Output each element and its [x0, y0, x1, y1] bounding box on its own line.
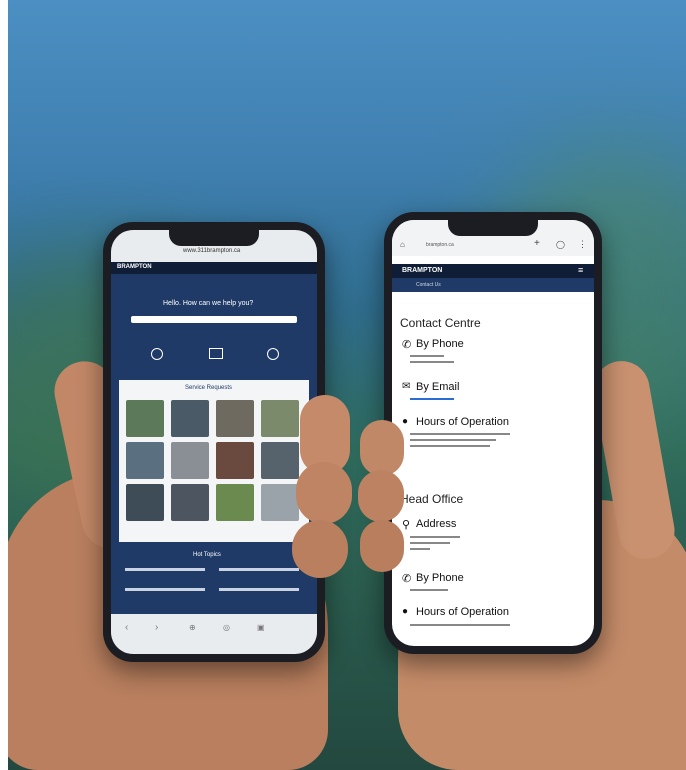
- brand-logo[interactable]: BRAMPTON: [117, 264, 152, 270]
- detail-line: [410, 542, 450, 544]
- email-icon: ✉: [402, 381, 411, 392]
- detail-line: [410, 536, 460, 538]
- service-requests-panel: Service Requests: [119, 380, 309, 542]
- by-email-heading: By Email: [416, 381, 460, 393]
- hero-title: Hello. How can we help you?: [163, 300, 254, 307]
- address-heading: Address: [416, 518, 457, 530]
- detail-line: [410, 433, 510, 435]
- site-header: BRAMPTON: [111, 262, 317, 274]
- hamburger-icon[interactable]: ≡: [578, 265, 583, 275]
- tabs-icon[interactable]: ◯: [556, 240, 565, 249]
- service-tile[interactable]: [216, 484, 254, 521]
- phone-notch: [448, 220, 538, 236]
- menu-icon[interactable]: ⋮: [578, 239, 587, 250]
- service-tile[interactable]: [261, 400, 299, 437]
- breadcrumb-label[interactable]: Contact Us: [416, 282, 441, 288]
- left-hand-finger: [296, 462, 352, 524]
- left-hand-finger: [292, 520, 348, 578]
- left-phone: www.311brampton.ca BRAMPTON Hello. How c…: [103, 222, 325, 662]
- section-title: Service Requests: [185, 385, 233, 391]
- browser-toolbar: ‹ › ⊕ ◎ ▣: [111, 614, 317, 654]
- contact-centre-heading: Contact Centre: [400, 316, 481, 330]
- share-icon[interactable]: ⊕: [189, 623, 196, 632]
- bookmarks-icon[interactable]: ◎: [223, 623, 230, 632]
- site-header: BRAMPTON ≡: [392, 264, 594, 278]
- faq-title: Hot Topics: [193, 552, 221, 558]
- service-tile[interactable]: [126, 400, 164, 437]
- faq-link[interactable]: [125, 568, 205, 571]
- by-phone-heading: By Phone: [416, 572, 464, 584]
- phone-icon: ✆: [402, 339, 412, 351]
- detail-line: [410, 624, 510, 626]
- new-tab-icon[interactable]: +: [534, 238, 540, 249]
- head-office-heading: Head Office: [400, 492, 464, 506]
- address-url: www.311brampton.ca: [183, 248, 241, 254]
- quick-link-icon[interactable]: [151, 348, 163, 360]
- address-url: brampton.ca: [426, 242, 454, 248]
- right-phone-screen: ⌂ brampton.ca + ◯ ⋮ BRAMPTON ≡ Contact U…: [392, 220, 594, 646]
- service-tile[interactable]: [171, 400, 209, 437]
- email-link[interactable]: [410, 398, 454, 400]
- tabs-icon[interactable]: ▣: [257, 623, 265, 632]
- service-tile[interactable]: [171, 484, 209, 521]
- by-phone-heading: By Phone: [416, 338, 464, 350]
- service-tile[interactable]: [261, 442, 299, 479]
- clock-icon: ●: [402, 606, 409, 617]
- left-phone-screen: www.311brampton.ca BRAMPTON Hello. How c…: [111, 230, 317, 654]
- phone-icon: ✆: [402, 573, 412, 585]
- location-pin-icon: ⚲: [402, 519, 411, 531]
- detail-line: [410, 548, 430, 550]
- clock-icon: ●: [402, 416, 409, 427]
- right-phone: ⌂ brampton.ca + ◯ ⋮ BRAMPTON ≡ Contact U…: [384, 212, 602, 654]
- detail-line: [410, 361, 454, 363]
- forward-icon[interactable]: ›: [155, 622, 158, 633]
- background-photo: www.311brampton.ca BRAMPTON Hello. How c…: [8, 0, 686, 770]
- search-input[interactable]: [131, 316, 297, 323]
- detail-line: [410, 355, 444, 357]
- faq-link[interactable]: [219, 588, 299, 591]
- right-hand-finger: [358, 470, 404, 522]
- detail-line: [410, 589, 448, 591]
- faq-link[interactable]: [219, 568, 299, 571]
- brand-logo[interactable]: BRAMPTON: [402, 267, 442, 274]
- breadcrumb-bar: Contact Us: [392, 278, 594, 292]
- service-tile[interactable]: [216, 400, 254, 437]
- right-hand-finger: [360, 520, 404, 572]
- service-tile[interactable]: [171, 442, 209, 479]
- service-tile[interactable]: [216, 442, 254, 479]
- right-hand-finger: [360, 420, 404, 476]
- hours-heading: Hours of Operation: [416, 606, 509, 618]
- service-tile[interactable]: [261, 484, 299, 521]
- service-tile[interactable]: [126, 484, 164, 521]
- detail-line: [410, 439, 496, 441]
- phone-notch: [169, 230, 259, 246]
- back-icon[interactable]: ‹: [125, 622, 128, 633]
- hours-heading: Hours of Operation: [416, 416, 509, 428]
- home-icon[interactable]: ⌂: [400, 240, 405, 249]
- quick-link-icon[interactable]: [267, 348, 279, 360]
- service-tile[interactable]: [126, 442, 164, 479]
- quick-link-icon[interactable]: [209, 348, 223, 359]
- faq-link[interactable]: [125, 588, 205, 591]
- detail-line: [410, 445, 490, 447]
